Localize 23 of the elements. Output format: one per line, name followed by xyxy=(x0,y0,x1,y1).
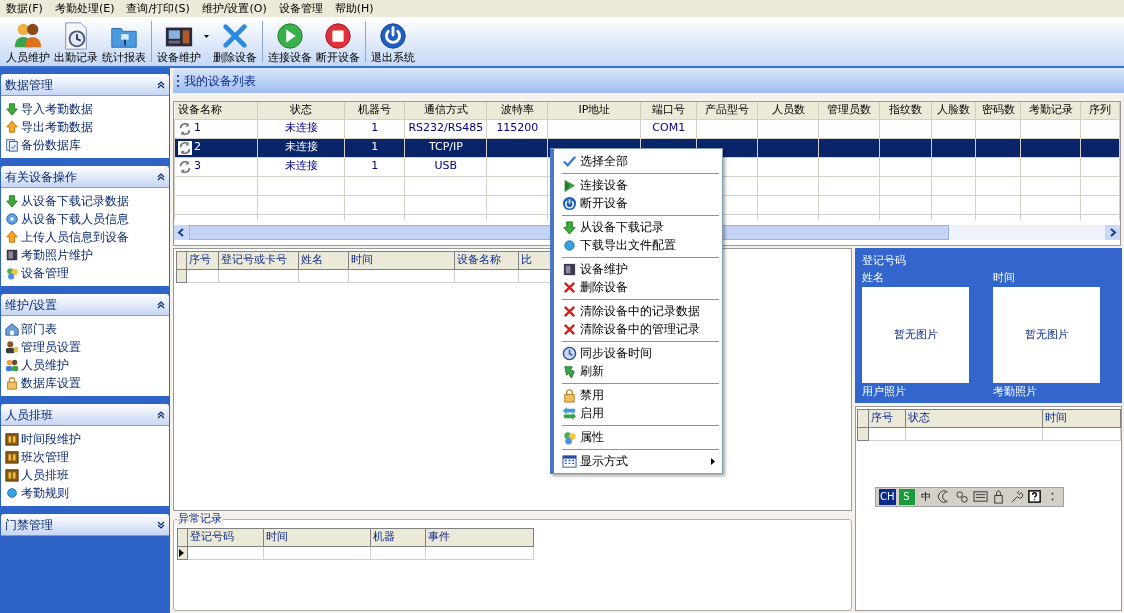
table-cell: 115200 xyxy=(486,119,548,138)
table-cell: 未连接 xyxy=(258,119,345,138)
table-cell: USB xyxy=(404,157,487,176)
group-title: 异常记录 xyxy=(177,512,223,526)
table-cell: 3 xyxy=(194,158,201,175)
table-cell: TCP/IP xyxy=(404,138,487,157)
placeholder-text: 暂无图片 xyxy=(1024,326,1069,343)
table-cell: 1 xyxy=(344,138,405,157)
table-cell: 未连接 xyxy=(258,138,345,157)
table-cell: 1 xyxy=(344,119,405,138)
table-cell: 1 xyxy=(194,120,201,137)
table-cell: 未连接 xyxy=(258,157,345,176)
field-label: 时间 xyxy=(993,271,1016,285)
panel-title: 我的设备列表 xyxy=(184,72,256,90)
caption: 用户照片 xyxy=(862,385,907,399)
caption: 考勤照片 xyxy=(993,385,1038,399)
table-cell: 2 xyxy=(194,139,201,156)
field-label: 登记号码 xyxy=(862,254,907,268)
table-cell: 1 xyxy=(344,157,405,176)
table-cell: RS232/RS485 xyxy=(404,119,487,138)
placeholder-text: 暂无图片 xyxy=(893,326,938,343)
field-label: 姓名 xyxy=(862,271,885,285)
table-cell: COM1 xyxy=(640,119,697,138)
